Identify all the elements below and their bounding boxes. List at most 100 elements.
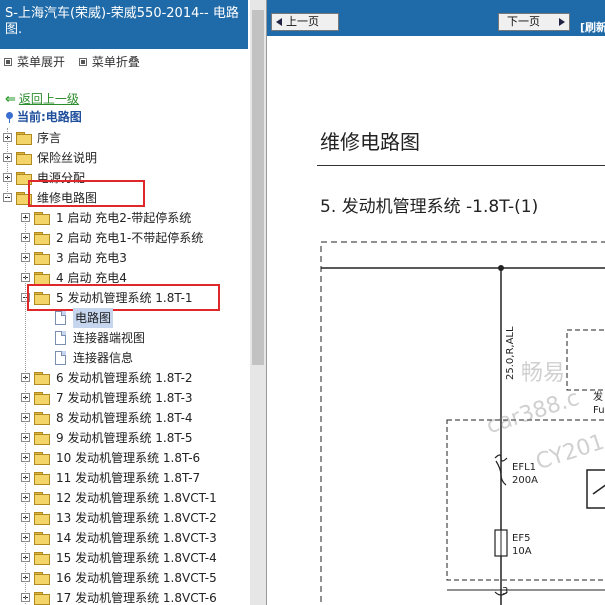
left-scrollbar[interactable] <box>250 0 266 605</box>
collapse-menu-button[interactable]: 菜单折叠 <box>78 53 140 70</box>
folder-icon <box>34 492 50 505</box>
tree-document-item[interactable]: 电路图 <box>0 308 248 328</box>
tree-folder-item[interactable]: 9 发动机管理系统 1.8T-5 <box>0 428 248 448</box>
tree-folder-item[interactable]: 13 发动机管理系统 1.8VCT-2 <box>0 508 248 528</box>
tree-item-label: 17 发动机管理系统 1.8VCT-6 <box>56 591 217 605</box>
tree-item-label: 连接器信息 <box>73 351 134 365</box>
tree-item-label: 10 发动机管理系统 1.8T-6 <box>56 451 201 465</box>
tree-item-label: 序言 <box>37 131 62 145</box>
folder-icon <box>16 132 32 145</box>
tree-folder-item[interactable]: 10 发动机管理系统 1.8T-6 <box>0 448 248 468</box>
fuse2-rating: 10A <box>512 546 532 557</box>
tree-folder-item[interactable]: 序言 <box>0 128 248 148</box>
back-arrow-icon: ⇐ <box>5 92 16 107</box>
tree-folder-item[interactable]: 1 启动 充电2-带起停系统 <box>0 208 248 228</box>
folder-icon <box>34 272 50 285</box>
prev-page-button[interactable]: 上一页 <box>271 13 339 31</box>
tree-folder-item[interactable]: 7 发动机管理系统 1.8T-3 <box>0 388 248 408</box>
tree-item-label: 1 启动 充电2-带起停系统 <box>56 211 192 225</box>
folder-icon <box>34 372 50 385</box>
tree-document-item[interactable]: 连接器端视图 <box>0 328 248 348</box>
refresh-link[interactable]: [刷新 <box>580 19 605 35</box>
watermark-line-1: 畅易 <box>521 361 566 386</box>
folder-icon <box>34 472 50 485</box>
folder-icon <box>34 252 50 265</box>
tree-item-label: 3 启动 充电3 <box>56 251 127 265</box>
tree-item-label: 6 发动机管理系统 1.8T-2 <box>56 371 193 385</box>
expand-icon <box>4 57 12 66</box>
relay-switch <box>592 484 605 495</box>
folder-icon <box>34 572 50 585</box>
tree-item-label: 连接器端视图 <box>73 331 146 345</box>
folder-icon <box>34 392 50 405</box>
tree-folder-item[interactable]: 2 启动 充电1-不带起停系统 <box>0 228 248 248</box>
tree-folder-item[interactable]: 3 启动 充电3 <box>0 248 248 268</box>
tree-folder-item[interactable]: 6 发动机管理系统 1.8T-2 <box>0 368 248 388</box>
tree-folder-item[interactable]: 16 发动机管理系统 1.8VCT-5 <box>0 568 248 588</box>
document-icon <box>55 331 66 345</box>
diagram-frame <box>320 241 605 605</box>
menu-operations: 菜单展开 菜单折叠 <box>4 53 150 70</box>
tree-item-label: 7 发动机管理系统 1.8T-3 <box>56 391 193 405</box>
folder-icon <box>34 532 50 545</box>
tree-folder-item[interactable]: 11 发动机管理系统 1.8T-7 <box>0 468 248 488</box>
relay-box <box>586 469 605 509</box>
manual-title: S-上海汽车(荣威)-荣威550-2014-- 电路图. <box>0 0 248 49</box>
navigation-panel: S-上海汽车(荣威)-荣威550-2014-- 电路图. 菜单展开 菜单折叠 ⇐… <box>0 0 266 605</box>
location-pin-icon <box>5 112 13 123</box>
fuse-efl1-symbol <box>494 454 508 462</box>
tree-item-label: 保险丝说明 <box>37 151 98 165</box>
folder-icon <box>16 152 32 165</box>
tree-item-label: 13 发动机管理系统 1.8VCT-2 <box>56 511 217 525</box>
document-subtitle: 5. 发动机管理系统 -1.8T-(1) <box>320 197 539 217</box>
tree-folder-item[interactable]: 14 发动机管理系统 1.8VCT-3 <box>0 528 248 548</box>
fuse1-name: EFL1 <box>512 462 536 473</box>
tree-folder-item[interactable]: 8 发动机管理系统 1.8T-4 <box>0 408 248 428</box>
tree-item-label: 8 发动机管理系统 1.8T-4 <box>56 411 193 425</box>
tree-item-label: 11 发动机管理系统 1.8T-7 <box>56 471 201 485</box>
folder-icon <box>34 452 50 465</box>
tree-item-label: 电路图 <box>73 308 114 328</box>
tree-folder-item[interactable]: 12 发动机管理系统 1.8VCT-1 <box>0 488 248 508</box>
folder-icon <box>34 512 50 525</box>
wire-label: 25.0,R,ALL <box>505 326 516 380</box>
folder-icon <box>34 212 50 225</box>
tree-item-label: 16 发动机管理系统 1.8VCT-5 <box>56 571 217 585</box>
folder-icon <box>34 232 50 245</box>
tree-item-label: 14 发动机管理系统 1.8VCT-3 <box>56 531 217 545</box>
folder-icon <box>34 552 50 565</box>
current-location: 当前:电路图 <box>5 108 82 125</box>
component-outline <box>566 329 605 391</box>
highlight-box <box>28 180 145 207</box>
back-link[interactable]: ⇐ 返回上一级 <box>5 90 79 107</box>
highlight-box <box>27 284 220 311</box>
tree-document-item[interactable]: 连接器信息 <box>0 348 248 368</box>
scrollbar-thumb[interactable] <box>252 10 264 365</box>
app-window: S-上海汽车(荣威)-荣威550-2014-- 电路图. 菜单展开 菜单折叠 ⇐… <box>0 0 605 605</box>
tree-folder-item[interactable]: 保险丝说明 <box>0 148 248 168</box>
tree-guide-line <box>25 218 26 605</box>
tree-item-label: 9 发动机管理系统 1.8T-5 <box>56 431 193 445</box>
collapse-icon <box>78 57 87 66</box>
tree-item-label: 2 启动 充电1-不带起停系统 <box>56 231 204 245</box>
page-navigation-bar: 上一页 下一页 [刷新 <box>267 0 605 36</box>
folder-icon <box>34 412 50 425</box>
folder-icon <box>34 592 50 605</box>
next-page-button[interactable]: 下一页 <box>498 13 570 31</box>
tree-item-label: 12 发动机管理系统 1.8VCT-1 <box>56 491 217 505</box>
expand-menu-button[interactable]: 菜单展开 <box>4 53 65 70</box>
tree-guide-line <box>7 128 8 198</box>
document-icon <box>55 311 66 325</box>
title-divider <box>317 165 605 166</box>
tree-folder-item[interactable]: 17 发动机管理系统 1.8VCT-6 <box>0 588 248 605</box>
folder-icon <box>34 432 50 445</box>
tree-folder-item[interactable]: 15 发动机管理系统 1.8VCT-4 <box>0 548 248 568</box>
tree-item-label: 15 发动机管理系统 1.8VCT-4 <box>56 551 217 565</box>
content-panel: 上一页 下一页 [刷新 维修电路图 5. 发动机管理系统 -1.8T-(1) 2… <box>266 0 605 605</box>
fuse1-rating: 200A <box>512 475 538 486</box>
component-label-1: 发 <box>593 390 603 403</box>
document-icon <box>55 351 66 365</box>
document-title: 维修电路图 <box>320 130 420 154</box>
fuse2-name: EF5 <box>512 533 530 544</box>
component-label-2: Fu <box>593 405 605 416</box>
